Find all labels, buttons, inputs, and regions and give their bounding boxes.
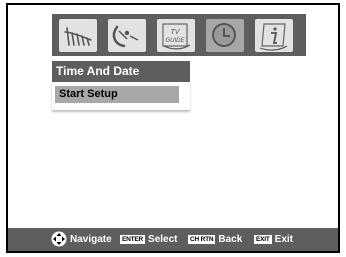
tv-guide-text-bottom: GUIDE — [165, 38, 185, 44]
navigate-label: Navigate — [70, 234, 112, 245]
menu-title: Time And Date — [52, 61, 190, 82]
tab-time-and-date[interactable] — [206, 19, 244, 52]
exit-label: Exit — [274, 234, 293, 245]
select-label: Select — [148, 234, 178, 245]
tab-info[interactable] — [255, 19, 293, 52]
menu-panel: Start Setup — [52, 82, 190, 110]
back-label: Back — [218, 234, 243, 245]
select-hint: ENTER Select — [120, 228, 178, 251]
footer-bar: Navigate ENTER Select CH RTN Back EXIT Exit — [8, 228, 338, 251]
antenna-icon — [64, 27, 92, 46]
satellite-dish-icon — [112, 25, 139, 48]
navigate-hint: Navigate — [51, 228, 112, 251]
info-icon — [259, 23, 288, 51]
back-hint: CH RTN Back — [188, 228, 242, 251]
tv-guide-text-top: TV — [171, 29, 181, 36]
tab-satellite[interactable] — [108, 19, 146, 52]
menu-tab-bar: TV GUIDE — [52, 14, 306, 56]
exit-hint: EXIT Exit — [254, 228, 293, 251]
tab-tv-guide[interactable]: TV GUIDE — [157, 19, 195, 52]
tab-antenna[interactable] — [59, 19, 97, 52]
tv-guide-icon: TV GUIDE — [162, 23, 191, 50]
screen-frame: TV GUIDE Time And Date Start Setup Navig… — [6, 3, 340, 253]
start-setup-item[interactable]: Start Setup — [55, 86, 179, 103]
chrtn-key-icon: CH RTN — [188, 234, 216, 244]
exit-key-icon: EXIT — [254, 234, 272, 244]
enter-key-icon: ENTER — [120, 234, 146, 244]
clock-icon — [212, 23, 236, 47]
navigate-icon — [51, 231, 67, 247]
